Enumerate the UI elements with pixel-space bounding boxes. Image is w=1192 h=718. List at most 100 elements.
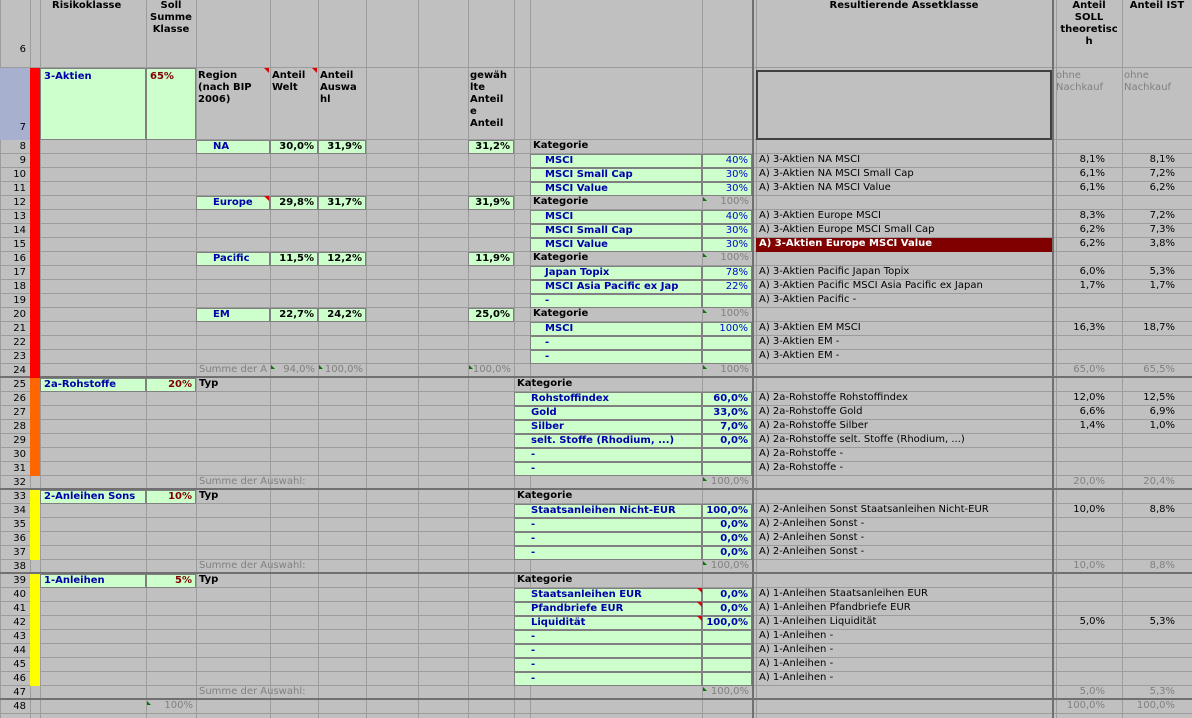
kategorie-item[interactable]: - [530, 350, 702, 364]
spreadsheet-grid[interactable]: 6 Risikoklasse Soll Summe Klasse Resultiere… [0, 0, 1192, 718]
anteil-auswahl[interactable]: 24,2% [318, 308, 366, 322]
kategorie-item[interactable]: Staatsanleihen EUR [514, 588, 702, 602]
anteil-auswahl[interactable]: 31,7% [318, 196, 366, 210]
anteil-welt[interactable]: 11,5% [270, 252, 318, 266]
kategorie-item[interactable]: Rohstoffindex [514, 392, 702, 406]
gewaehlte-anteil[interactable]: 31,2% [468, 140, 514, 154]
kategorie-pct[interactable] [702, 350, 752, 364]
region-europe[interactable]: Europe [196, 196, 270, 210]
kategorie-label: Kategorie [533, 308, 589, 319]
klasse-anleihen-sonst[interactable]: 2-Anleihen Sons [40, 490, 146, 504]
kategorie-pct[interactable]: 30% [702, 182, 752, 196]
kategorie-item[interactable]: Japan Topix [530, 266, 702, 280]
kategorie-item[interactable]: Pfandbriefe EUR [514, 602, 702, 616]
kategorie-pct[interactable] [702, 336, 752, 350]
kategorie-pct[interactable]: 33,0% [702, 406, 752, 420]
anteil-welt[interactable]: 22,7% [270, 308, 318, 322]
kategorie-item[interactable]: - [514, 630, 702, 644]
kategorie-item[interactable]: - [530, 294, 702, 308]
kategorie-item[interactable]: MSCI Value [530, 238, 702, 252]
kategorie-pct[interactable]: 40% [702, 210, 752, 224]
formula-indicator [703, 253, 707, 257]
kategorie-pct[interactable]: 0,0% [702, 518, 752, 532]
klasse-anleihen[interactable]: 1-Anleihen [40, 574, 146, 588]
anteil-welt[interactable]: 30,0% [270, 140, 318, 154]
region-em[interactable]: EM [196, 308, 270, 322]
kategorie-pct[interactable]: 0,0% [702, 532, 752, 546]
kategorie-item[interactable]: MSCI Asia Pacific ex Jap [530, 280, 702, 294]
kategorie-item[interactable]: - [514, 448, 702, 462]
kategorie-pct[interactable]: 30% [702, 168, 752, 182]
anteil-soll: 6,6% [1079, 406, 1105, 417]
soll-pct-aktien[interactable]: 65% [146, 68, 196, 140]
kategorie-pct[interactable] [702, 462, 752, 476]
kategorie-item[interactable]: - [530, 336, 702, 350]
row-number-37: 37 [13, 547, 26, 558]
kategorie-item[interactable]: - [514, 546, 702, 560]
formula-indicator [703, 561, 707, 565]
gewaehlte-anteil[interactable]: 31,9% [468, 196, 514, 210]
result-asset: A) 2a-Rohstoffe Gold [759, 406, 863, 417]
kategorie-pct[interactable] [702, 630, 752, 644]
kategorie-item[interactable]: MSCI [530, 322, 702, 336]
anteil-soll: 8,1% [1079, 154, 1105, 165]
summe-soll: 65,0% [1073, 364, 1105, 375]
kategorie-pct[interactable]: 7,0% [702, 420, 752, 434]
grid-line-v [196, 0, 197, 718]
gewaehlte-anteil[interactable]: 11,9% [468, 252, 514, 266]
anteil-auswahl[interactable]: 12,2% [318, 252, 366, 266]
kategorie-pct[interactable]: 100% [702, 322, 752, 336]
kategorie-pct[interactable]: 0,0% [702, 434, 752, 448]
klasse-rohstoffe[interactable]: 2a-Rohstoffe [40, 378, 146, 392]
kategorie-pct[interactable]: 40% [702, 154, 752, 168]
empty-result-box[interactable] [756, 70, 1052, 140]
kategorie-pct[interactable]: 60,0% [702, 392, 752, 406]
kategorie-pct[interactable]: 30% [702, 238, 752, 252]
kategorie-item[interactable]: MSCI Value [530, 182, 702, 196]
kategorie-item[interactable]: - [514, 462, 702, 476]
kategorie-pct[interactable]: 78% [702, 266, 752, 280]
kategorie-pct[interactable] [702, 294, 752, 308]
kategorie-pct[interactable]: 0,0% [702, 602, 752, 616]
kategorie-pct[interactable]: 30% [702, 224, 752, 238]
typ-label: Typ [199, 574, 219, 585]
kategorie-item[interactable]: Gold [514, 406, 702, 420]
soll-pct-rohstoffe[interactable]: 20% [146, 378, 196, 392]
kategorie-item[interactable]: MSCI [530, 210, 702, 224]
soll-pct-anleihen-sonst[interactable]: 10% [146, 490, 196, 504]
row-number-29: 29 [13, 435, 26, 446]
kategorie-pct[interactable] [702, 448, 752, 462]
kategorie-item[interactable]: - [514, 532, 702, 546]
row-number-34: 34 [13, 505, 26, 516]
kategorie-item[interactable]: - [514, 672, 702, 686]
kategorie-item[interactable]: - [514, 658, 702, 672]
kategorie-pct[interactable]: 0,0% [702, 546, 752, 560]
gewaehlte-anteil[interactable]: 25,0% [468, 308, 514, 322]
region-na[interactable]: NA [196, 140, 270, 154]
anteil-ist: 7,3% [1149, 224, 1175, 235]
kategorie-item[interactable]: Staatsanleihen Nicht-EUR [514, 504, 702, 518]
kategorie-item[interactable]: - [514, 518, 702, 532]
anteil-ist: 8,8% [1149, 504, 1175, 515]
kategorie-item[interactable]: MSCI [530, 154, 702, 168]
soll-pct-anleihen[interactable]: 5% [146, 574, 196, 588]
result-asset: A) 2-Anleihen Sonst - [759, 532, 865, 543]
kategorie-pct[interactable]: 0,0% [702, 588, 752, 602]
kategorie-item[interactable]: Liquidität [514, 616, 702, 630]
kategorie-item[interactable]: MSCI Small Cap [530, 168, 702, 182]
kategorie-item[interactable]: - [514, 644, 702, 658]
kategorie-pct[interactable]: 22% [702, 280, 752, 294]
kategorie-pct[interactable] [702, 644, 752, 658]
kategorie-pct[interactable] [702, 672, 752, 686]
kategorie-pct[interactable]: 100,0% [702, 504, 752, 518]
row-number-10: 10 [13, 169, 26, 180]
anteil-auswahl[interactable]: 31,9% [318, 140, 366, 154]
kategorie-item[interactable]: MSCI Small Cap [530, 224, 702, 238]
region-pacific[interactable]: Pacific [196, 252, 270, 266]
kategorie-pct[interactable] [702, 658, 752, 672]
kategorie-pct[interactable]: 100,0% [702, 616, 752, 630]
anteil-welt[interactable]: 29,8% [270, 196, 318, 210]
kategorie-item[interactable]: selt. Stoffe (Rhodium, ...) [514, 434, 702, 448]
kategorie-item[interactable]: Silber [514, 420, 702, 434]
klasse-aktien[interactable]: 3-Aktien [40, 68, 146, 140]
